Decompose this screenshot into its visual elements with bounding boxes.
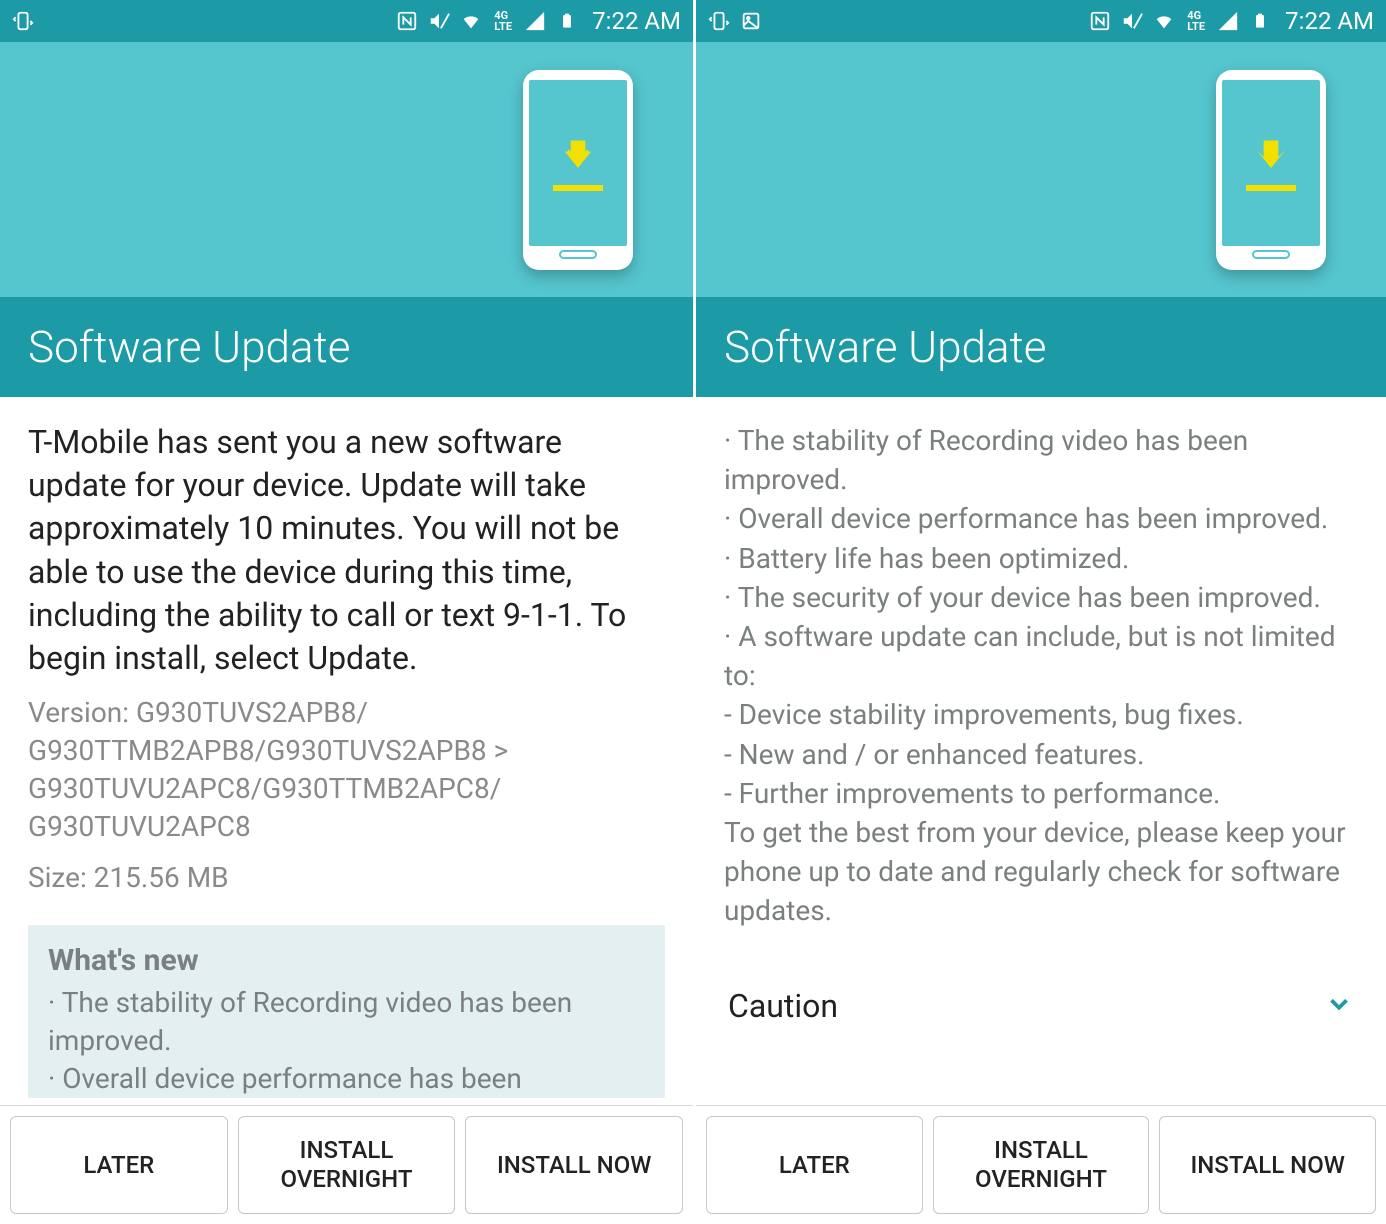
chevron-down-icon [1324,989,1354,1023]
button-bar: LATER INSTALL OVERNIGHT INSTALL NOW [696,1105,1386,1224]
signal-icon [524,10,546,32]
status-bar: 4GLTE 7:22 AM [696,0,1386,42]
page-title: Software Update [696,297,1386,397]
battery-icon [1249,10,1271,32]
page-title: Software Update [0,297,693,397]
caution-label: Caution [728,987,838,1025]
download-bar-icon [553,185,603,191]
status-time: 7:22 AM [1285,7,1374,35]
download-bar-icon [1246,185,1296,191]
size-text: Size: 215.56 MB [28,859,665,897]
phone-illustration [523,70,633,270]
screenshot-icon [740,10,762,32]
phone-illustration [1216,70,1326,270]
install-overnight-button[interactable]: INSTALL OVERNIGHT [238,1116,456,1214]
status-bar: 4GLTE 7:22 AM [0,0,693,42]
lte-icon: 4GLTE [1185,10,1207,32]
version-text: Version: G930TUVS2APB8/ G930TTMB2APB8/G9… [28,694,665,845]
wifi-icon [460,10,482,32]
button-bar: LATER INSTALL OVERNIGHT INSTALL NOW [0,1105,693,1224]
whats-new-title: What's new [48,943,645,978]
content-area[interactable]: T-Mobile has sent you a new software upd… [0,397,693,1105]
hero-banner [696,42,1386,297]
download-arrow-icon [556,135,600,179]
status-time: 7:22 AM [592,7,681,35]
mute-icon [1121,10,1143,32]
later-button[interactable]: LATER [706,1116,923,1214]
download-arrow-icon [1249,135,1293,179]
update-description: T-Mobile has sent you a new software upd… [28,421,665,680]
install-now-button[interactable]: INSTALL NOW [1159,1116,1376,1214]
battery-icon [556,10,578,32]
install-overnight-button[interactable]: INSTALL OVERNIGHT [933,1116,1150,1214]
content-area[interactable]: · The stability of Recording video has b… [696,397,1386,1105]
signal-icon [1217,10,1239,32]
screenshot-right: 4GLTE 7:22 AM Software Update · The stab… [693,0,1386,1224]
mute-icon [428,10,450,32]
nfc-icon [396,10,418,32]
rotation-icon [12,10,34,32]
nfc-icon [1089,10,1111,32]
lte-icon: 4GLTE [492,10,514,32]
rotation-icon [708,10,730,32]
whats-new-text: · The stability of Recording video has b… [48,984,645,1097]
screenshot-left: 4GLTE 7:22 AM Software Update T-Mobile h… [0,0,693,1224]
install-now-button[interactable]: INSTALL NOW [465,1116,683,1214]
whats-new-box: What's new · The stability of Recording … [28,925,665,1097]
release-notes: · The stability of Recording video has b… [724,421,1358,930]
hero-banner [0,42,693,297]
later-button[interactable]: LATER [10,1116,228,1214]
wifi-icon [1153,10,1175,32]
caution-expander[interactable]: Caution [724,958,1358,1053]
